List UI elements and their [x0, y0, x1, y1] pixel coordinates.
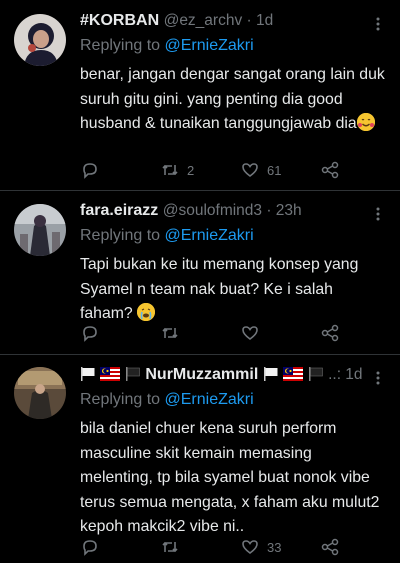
- display-name[interactable]: #KORBAN: [80, 12, 159, 29]
- like-count: 61: [267, 162, 282, 178]
- share-button[interactable]: [320, 535, 340, 559]
- reply-button[interactable]: [80, 535, 100, 559]
- reply-mention-link[interactable]: @ErnieZakri: [165, 227, 254, 244]
- tweet-2[interactable]: fara.eirazz @soulofmind3 · 23h Replying …: [0, 191, 400, 355]
- tweet-text: bila daniel chuer kena suruh perform mas…: [80, 420, 380, 535]
- handle-and-time[interactable]: @ez_archv · 1d: [164, 12, 274, 29]
- tweet-text: Tapi bukan ke itu memang konsep yang Sya…: [80, 253, 386, 327]
- handle-and-time[interactable]: @soulofmind3 · 23h: [163, 202, 302, 219]
- replying-to: Replying to @ErnieZakri: [80, 389, 386, 411]
- share-button[interactable]: [320, 158, 340, 182]
- action-bar: 2 61: [80, 158, 350, 182]
- display-name[interactable]: NurMuzzammil: [145, 366, 258, 383]
- retweet-icon: [162, 164, 178, 176]
- tweet-text-body: Tapi bukan ke itu memang konsep yang Sya…: [80, 256, 359, 322]
- black-flag-icon: [125, 366, 141, 388]
- display-name-row: NurMuzzammil ..: 1d: [80, 364, 386, 386]
- replying-to-label: Replying to: [80, 391, 165, 408]
- avatar[interactable]: [14, 367, 66, 419]
- reply-button[interactable]: [80, 321, 100, 345]
- black-flag-icon: [308, 366, 324, 388]
- reply-mention-link[interactable]: @ErnieZakri: [165, 37, 254, 54]
- more-options-icon[interactable]: [370, 370, 386, 386]
- reply-icon: [83, 326, 97, 342]
- crying-face-emoji-icon: [137, 303, 156, 321]
- replying-to: Replying to @ErnieZakri: [80, 225, 386, 247]
- malaysia-flag-icon: [100, 366, 121, 388]
- handle-and-time[interactable]: ..: 1d: [328, 366, 362, 383]
- replying-to: Replying to @ErnieZakri: [80, 35, 386, 57]
- reply-button[interactable]: [80, 158, 100, 182]
- like-button[interactable]: 61: [240, 158, 281, 182]
- replying-to-label: Replying to: [80, 227, 165, 244]
- more-options-icon[interactable]: [370, 16, 386, 32]
- like-count: 33: [267, 539, 282, 555]
- reply-icon: [83, 540, 97, 556]
- share-button[interactable]: [320, 321, 340, 345]
- heart-icon: [242, 326, 258, 340]
- white-flag-icon: [80, 366, 96, 388]
- like-button[interactable]: 33: [240, 535, 281, 559]
- share-icon: [321, 538, 339, 556]
- malaysia-flag-icon: [283, 366, 304, 388]
- retweet-count: 2: [187, 162, 195, 178]
- reply-icon: [83, 163, 97, 179]
- like-button[interactable]: [240, 321, 267, 345]
- share-icon: [321, 161, 339, 179]
- heart-icon: [242, 540, 258, 554]
- retweet-button[interactable]: 2: [160, 158, 194, 182]
- avatar[interactable]: [14, 14, 66, 66]
- replying-to-label: Replying to: [80, 37, 165, 54]
- white-flag-icon: [263, 366, 279, 388]
- retweet-button[interactable]: [160, 321, 187, 345]
- tweet-text: benar, jangan dengar sangat orang lain d…: [80, 63, 386, 137]
- more-options-icon[interactable]: [370, 206, 386, 222]
- avatar[interactable]: [14, 204, 66, 256]
- tweet-text-body: benar, jangan dengar sangat orang lain d…: [80, 66, 385, 132]
- reply-mention-link[interactable]: @ErnieZakri: [165, 391, 254, 408]
- retweet-button[interactable]: [160, 535, 187, 559]
- share-icon: [321, 324, 339, 342]
- tweet-1[interactable]: #KORBAN @ez_archv · 1d Replying to @Erni…: [0, 0, 400, 191]
- tweet-3[interactable]: NurMuzzammil ..: 1d Replying to @ErnieZa…: [0, 355, 400, 563]
- heart-icon: [242, 163, 258, 177]
- action-bar: 33: [80, 535, 350, 559]
- action-bar: [80, 321, 350, 345]
- retweet-icon: [162, 541, 178, 553]
- smiling-face-with-hearts-emoji-icon: [356, 113, 375, 131]
- display-name[interactable]: fara.eirazz: [80, 202, 158, 219]
- retweet-icon: [162, 327, 178, 339]
